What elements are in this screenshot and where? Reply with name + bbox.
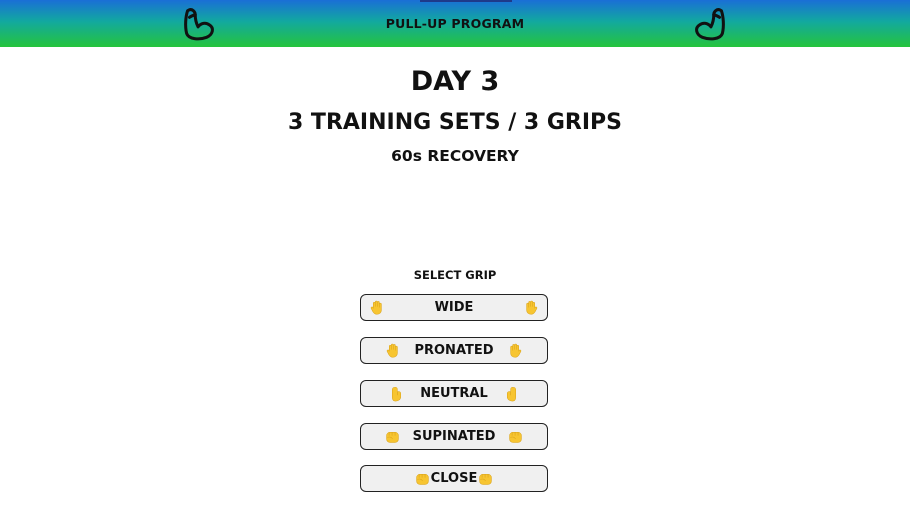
app-header: PULL-UP PROGRAM [0,0,910,47]
grip-supinated-button[interactable]: SUPINATED [360,423,548,450]
select-grip-label: SELECT GRIP [413,268,497,282]
fist-icon [507,428,524,445]
flexed-bicep-icon [691,5,729,43]
grip-neutral-button[interactable]: NEUTRAL [360,380,548,407]
app-title: PULL-UP PROGRAM [385,16,525,31]
fist-icon [477,470,494,487]
close-button-label: CLOSE [430,471,478,486]
day-title: DAY 3 [410,66,500,97]
grip-pronated-button[interactable]: PRONATED [360,337,548,364]
recovery-text: 60s RECOVERY [391,147,519,165]
side-hand-icon [503,385,520,402]
sets-subtitle: 3 TRAINING SETS / 3 GRIPS [287,110,623,135]
grip-wide-button[interactable]: WIDE [360,294,548,321]
close-button[interactable]: CLOSE [360,465,548,492]
raised-hand-icon [522,299,539,316]
close-button-content: CLOSE [361,466,547,491]
grip-wide-label: WIDE [434,300,474,315]
fist-icon [414,470,431,487]
header-tab-indicator [420,0,512,2]
raised-hand-icon [506,342,523,359]
